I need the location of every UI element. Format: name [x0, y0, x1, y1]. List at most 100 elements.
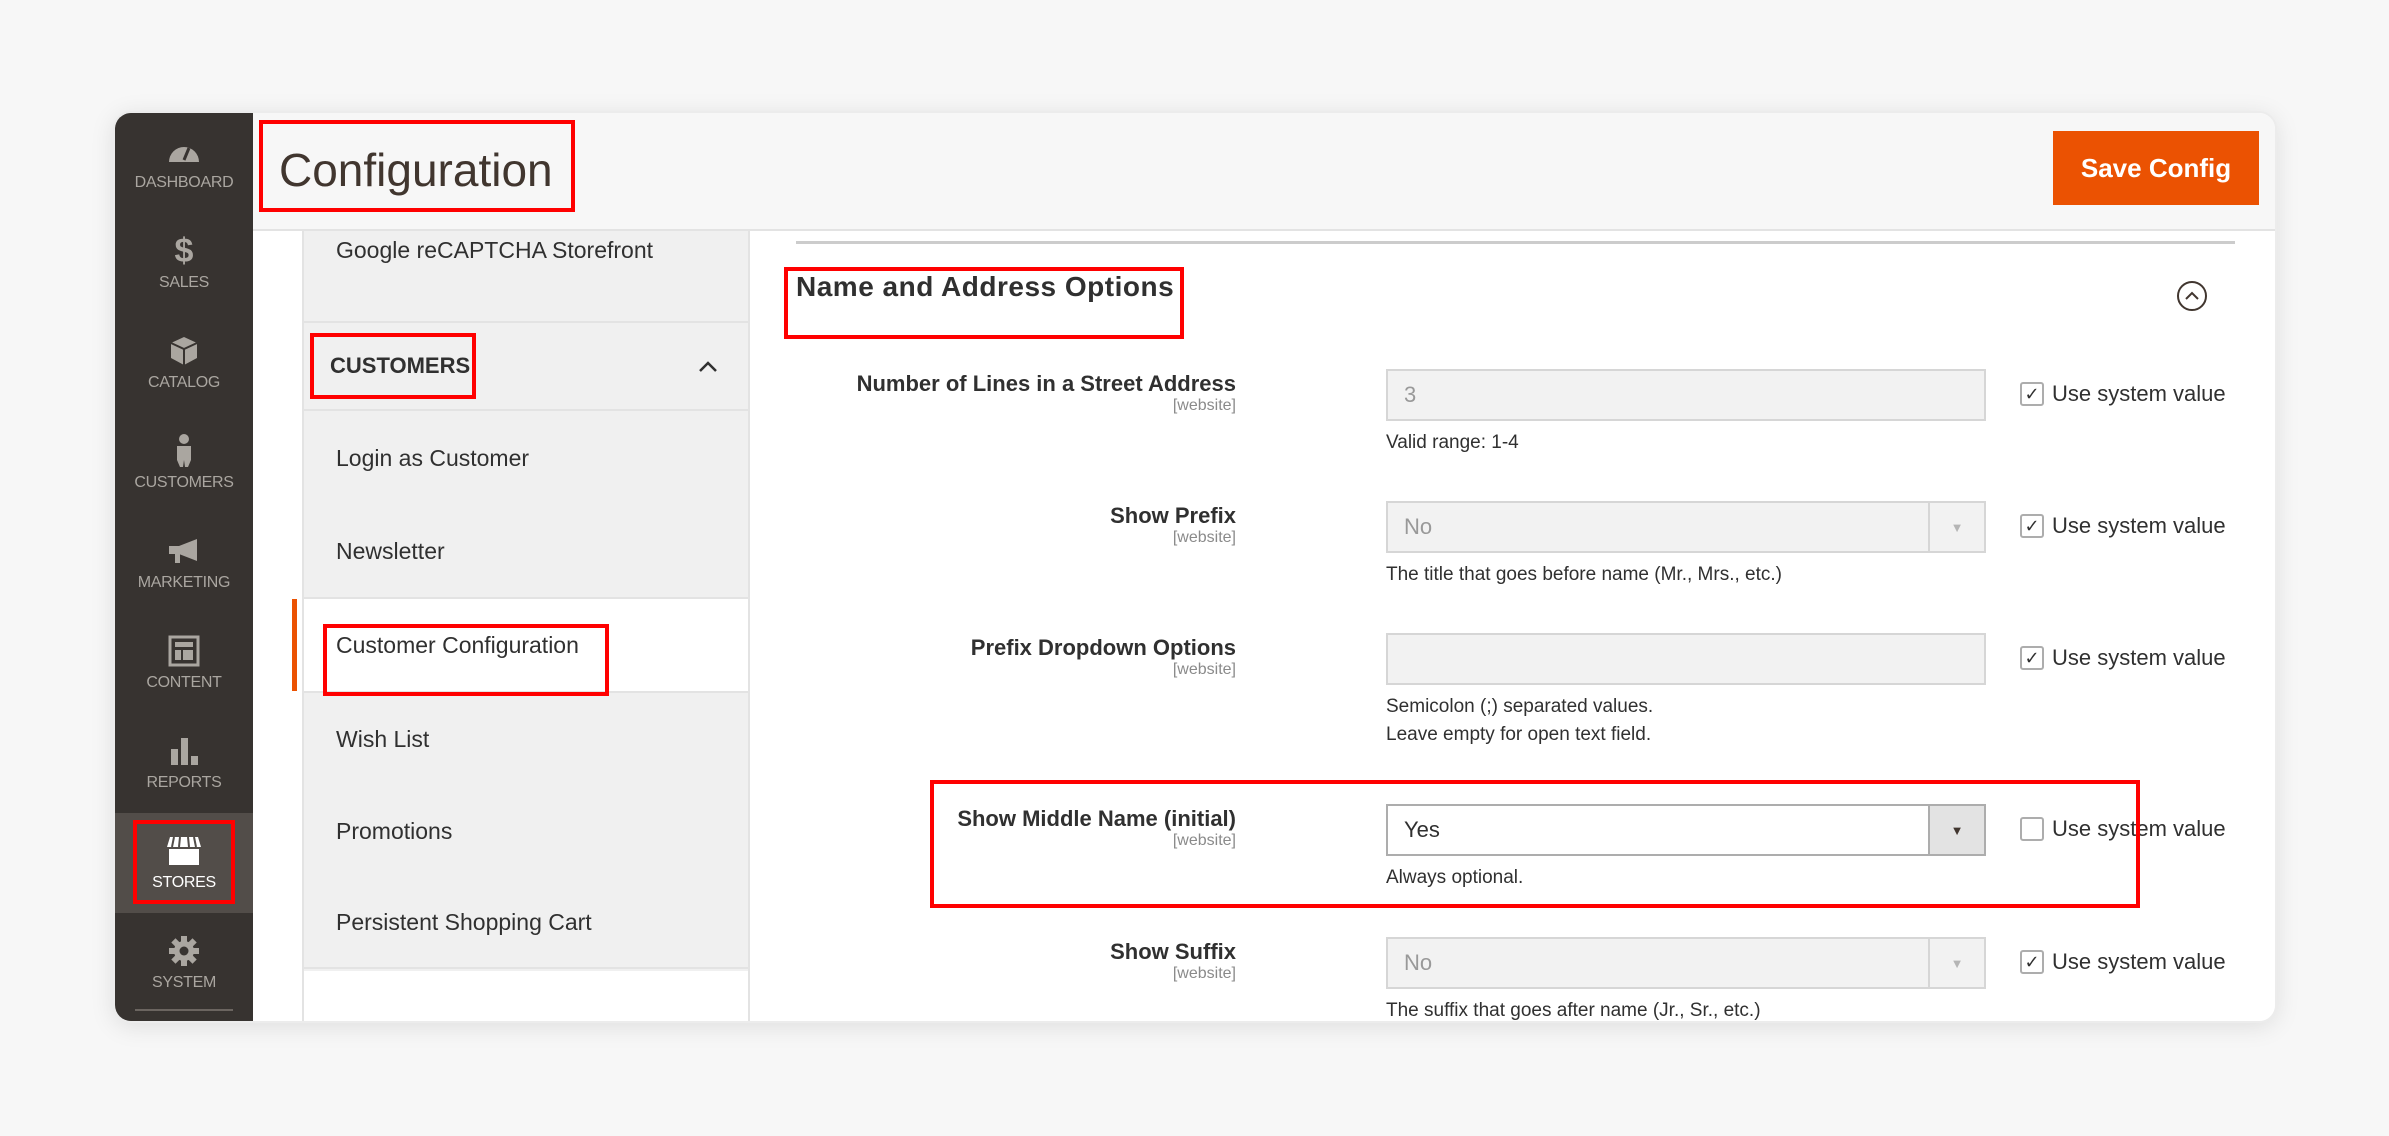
page-header: Configuration Save Config	[253, 113, 2275, 231]
tab-newsletter[interactable]: Newsletter	[304, 505, 748, 599]
menu-label: Content	[146, 674, 222, 691]
dashboard-icon	[166, 134, 202, 168]
tab-promotions[interactable]: Promotions	[304, 785, 748, 877]
menu-label: Marketing	[137, 574, 231, 591]
field-note: Semicolon (;) separated values. Leave em…	[1386, 693, 1653, 749]
field-scope: [website]	[1172, 661, 1236, 678]
menu-item-content[interactable]: Content	[115, 613, 253, 713]
admin-window: Dashboard $ Sales Catalog Customers Mark…	[113, 111, 2277, 1023]
select-value: Yes	[1404, 817, 1440, 842]
tab-google-recaptcha-storefront[interactable]: Google reCAPTCHA Storefront	[304, 231, 748, 323]
storefront-icon	[166, 834, 202, 868]
tab-label: Login as Customer	[336, 444, 530, 471]
tab-label: Persistent Shopping Cart	[336, 908, 592, 935]
field-scope: [website]	[1172, 529, 1236, 546]
field-label: Prefix Dropdown Options	[970, 635, 1236, 660]
prefix-options-input[interactable]	[1386, 633, 1986, 685]
checkbox-label: Use system value	[2052, 645, 2226, 670]
section-title[interactable]: Name and Address Options	[796, 271, 1174, 303]
field-label-group: Number of Lines in a Street Address [web…	[857, 371, 1236, 415]
menu-label: Reports	[146, 774, 222, 791]
page-title: Configuration	[279, 144, 553, 196]
menu-item-reports[interactable]: Reports	[115, 713, 253, 813]
input-value: 3	[1404, 382, 1417, 407]
menu-label: Catalog	[148, 374, 220, 391]
dropdown-arrow-icon: ▼	[1928, 503, 1984, 551]
use-system-value-checkbox[interactable]: ✓ Use system value	[2020, 949, 2226, 975]
active-tab-indicator	[292, 599, 297, 691]
menu-item-dashboard[interactable]: Dashboard	[115, 113, 253, 213]
field-note: The title that goes before name (Mr., Mr…	[1386, 564, 1782, 585]
select-value: No	[1404, 950, 1433, 975]
checkbox-checked-icon: ✓	[2020, 514, 2044, 538]
menu-label: Customers	[134, 474, 234, 491]
checkbox-label: Use system value	[2052, 816, 2226, 841]
select-value: No	[1404, 514, 1433, 539]
section-divider	[796, 241, 2235, 244]
field-label: Show Prefix	[1110, 503, 1236, 528]
menu-label: System	[152, 974, 216, 991]
checkbox-checked-icon: ✓	[2020, 646, 2044, 670]
tabs-filler	[304, 971, 748, 1021]
dropdown-arrow-icon: ▼	[1928, 806, 1984, 854]
checkbox-unchecked-icon	[2020, 817, 2044, 841]
use-system-value-checkbox[interactable]: ✓ Use system value	[2020, 381, 2226, 407]
menu-divider	[135, 1009, 233, 1011]
menu-item-system[interactable]: System	[115, 913, 253, 1013]
field-note-line: Semicolon (;) separated values.	[1386, 696, 1654, 717]
use-system-value-checkbox[interactable]: Use system value	[2020, 816, 2226, 842]
checkbox-checked-icon: ✓	[2020, 382, 2044, 406]
menu-item-stores[interactable]: Stores	[115, 813, 253, 913]
checkbox-label: Use system value	[2052, 949, 2226, 974]
tab-group-customers[interactable]: CUSTOMERS	[304, 323, 748, 411]
field-label-group: Show Suffix [website]	[1110, 939, 1236, 983]
field-scope: [website]	[1172, 397, 1236, 414]
bar-chart-icon	[166, 734, 202, 768]
tab-label: Newsletter	[336, 537, 445, 564]
field-label: Show Suffix	[1110, 939, 1236, 964]
config-tabs: Google reCAPTCHA Storefront CUSTOMERS Lo…	[292, 231, 750, 1021]
field-note: Always optional.	[1386, 867, 1524, 888]
dropdown-arrow-icon: ▼	[1928, 939, 1984, 987]
street-lines-input[interactable]: 3	[1386, 369, 1986, 421]
tab-login-as-customer[interactable]: Login as Customer	[304, 411, 748, 505]
field-note: The suffix that goes after name (Jr., Sr…	[1386, 1000, 1761, 1021]
tab-label: Google reCAPTCHA Storefront	[336, 237, 654, 263]
megaphone-icon	[166, 534, 202, 568]
field-scope: [website]	[1172, 965, 1236, 982]
menu-label: Stores	[152, 874, 216, 891]
use-system-value-checkbox[interactable]: ✓ Use system value	[2020, 513, 2226, 539]
collapse-section-icon[interactable]	[2177, 281, 2207, 311]
field-label: Number of Lines in a Street Address	[856, 371, 1236, 396]
field-note-line: Leave empty for open text field.	[1386, 724, 1652, 745]
menu-item-catalog[interactable]: Catalog	[115, 313, 253, 413]
show-middle-name-select[interactable]: Yes ▼	[1386, 804, 1986, 856]
use-system-value-checkbox[interactable]: ✓ Use system value	[2020, 645, 2226, 671]
menu-item-marketing[interactable]: Marketing	[115, 513, 253, 613]
checkbox-label: Use system value	[2052, 513, 2226, 538]
menu-item-customers[interactable]: Customers	[115, 413, 253, 513]
tab-group-label: CUSTOMERS	[330, 353, 471, 378]
show-suffix-select[interactable]: No ▼	[1386, 937, 1986, 989]
checkbox-label: Use system value	[2052, 381, 2226, 406]
tab-label: Promotions	[336, 817, 453, 844]
tab-label: Customer Configuration	[336, 631, 579, 658]
field-label-group: Show Middle Name (initial) [website]	[957, 806, 1236, 850]
config-content: Name and Address Options Number of Lines…	[750, 231, 2275, 1021]
checkbox-checked-icon: ✓	[2020, 950, 2044, 974]
tab-persistent-shopping-cart[interactable]: Persistent Shopping Cart	[304, 877, 748, 969]
person-icon	[166, 434, 202, 468]
show-prefix-select[interactable]: No ▼	[1386, 501, 1986, 553]
chevron-up-icon	[698, 353, 718, 379]
save-config-button[interactable]: Save Config	[2053, 131, 2259, 205]
tab-customer-configuration[interactable]: Customer Configuration	[292, 599, 748, 693]
tab-wish-list[interactable]: Wish List	[304, 693, 748, 785]
menu-label: Dashboard	[134, 174, 234, 191]
tab-label: Wish List	[336, 725, 430, 752]
menu-item-sales[interactable]: $ Sales	[115, 213, 253, 313]
field-label-group: Show Prefix [website]	[1110, 503, 1236, 547]
admin-menu: Dashboard $ Sales Catalog Customers Mark…	[115, 113, 253, 1021]
field-note: Valid range: 1-4	[1386, 432, 1519, 453]
menu-label: Sales	[158, 274, 210, 291]
field-label: Show Middle Name (initial)	[957, 806, 1236, 831]
